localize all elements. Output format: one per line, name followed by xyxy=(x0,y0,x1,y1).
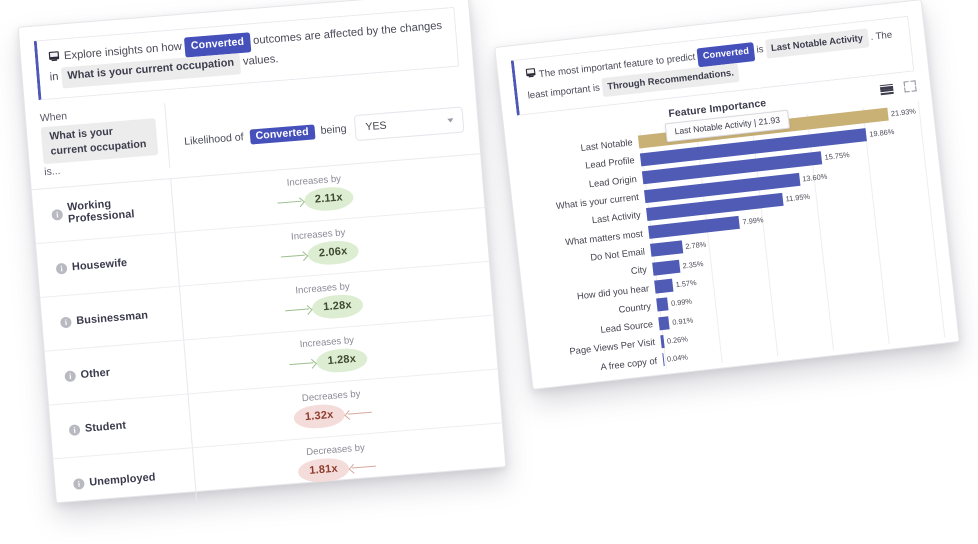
effect-value-wrap: 1.28x xyxy=(289,347,368,376)
bar[interactable] xyxy=(650,240,684,258)
info-icon[interactable]: i xyxy=(55,262,68,275)
effect-row-list: i Working Professional Increases by 2.11x i H… xyxy=(31,154,506,513)
effect-row-label-cell: i Other xyxy=(44,340,189,405)
effect-row-name: Student xyxy=(84,419,127,436)
effect-row-name: Businessman xyxy=(75,309,149,328)
effect-value-wrap: 1.32x xyxy=(293,401,372,431)
bar-value-label: 15.75% xyxy=(824,150,851,163)
effect-row-name: Housewife xyxy=(71,257,128,274)
bar[interactable] xyxy=(658,315,671,330)
chevron-down-icon xyxy=(447,118,454,124)
bar-value-label: 2.35% xyxy=(682,258,704,271)
effect-multiplier-badge: 2.06x xyxy=(307,239,360,267)
when-feature-chip: What is your current occupation xyxy=(40,117,159,165)
bar[interactable] xyxy=(660,334,665,349)
bar-value-label: 13.60% xyxy=(801,171,828,184)
bar-value-label: 2.78% xyxy=(684,240,707,252)
bar[interactable] xyxy=(656,297,669,312)
info-icon[interactable]: i xyxy=(51,208,64,221)
occupation-insight-card: Explore insights on how Converted outcom… xyxy=(17,0,507,513)
likelihood-converted-chip: Converted xyxy=(249,124,316,145)
effect-row-label-cell: i Housewife xyxy=(36,232,180,297)
bar-value-label: 0.26% xyxy=(666,334,689,346)
most-important-feature-chip: Last Notable Activity xyxy=(765,28,869,59)
bar-value-label: 0.99% xyxy=(670,296,693,309)
info-icon[interactable]: i xyxy=(59,316,72,329)
likelihood-being-text: being xyxy=(320,123,348,138)
book-icon xyxy=(525,68,540,81)
bar-value-label: 19.86% xyxy=(868,126,895,139)
effect-row-name: Working Professional xyxy=(66,198,136,226)
outcome-value-select[interactable]: YES xyxy=(353,106,465,142)
fullscreen-expand-icon[interactable] xyxy=(903,80,917,93)
info-icon[interactable]: i xyxy=(64,370,77,383)
bar[interactable] xyxy=(654,278,674,294)
when-column: When What is your current occupation is.… xyxy=(25,103,171,180)
bar[interactable] xyxy=(652,259,681,276)
effect-value-wrap: 2.06x xyxy=(280,239,360,269)
bar-value-label: 0.91% xyxy=(671,315,694,327)
bar-value-label: 1.57% xyxy=(675,277,698,290)
arrow-left-icon xyxy=(349,462,376,473)
arrow-right-icon xyxy=(281,251,308,262)
feature-importance-plot: Last Notable Activity | 21.93 Last Notab… xyxy=(516,101,949,389)
likelihood-prefix: Likelihood of xyxy=(183,131,245,149)
chart-toolbar xyxy=(879,80,917,95)
effect-value-wrap: 1.28x xyxy=(285,293,364,323)
bar-value-label: 0.04% xyxy=(666,352,689,364)
book-icon xyxy=(48,50,61,69)
effect-value-wrap: 2.11x xyxy=(276,185,355,215)
effect-row-label-cell: i Businessman xyxy=(40,286,185,351)
info-icon[interactable]: i xyxy=(68,424,81,436)
info-icon[interactable]: i xyxy=(72,477,85,490)
select-value: YES xyxy=(364,119,388,134)
effect-row-label-cell: i Student xyxy=(49,394,193,459)
arrow-right-icon xyxy=(277,197,304,208)
effect-multiplier-badge: 1.28x xyxy=(311,293,364,321)
effect-multiplier-badge: 1.28x xyxy=(315,347,368,375)
arrow-right-icon xyxy=(285,305,312,316)
bar[interactable] xyxy=(662,353,665,367)
bar-value-label: 7.99% xyxy=(742,215,764,227)
bar-value-label: 21.93% xyxy=(890,106,917,118)
effect-multiplier-badge: 2.11x xyxy=(303,185,355,213)
effect-value-wrap: 1.81x xyxy=(297,455,377,485)
effect-row-label-cell: i Working Professional xyxy=(31,178,176,243)
bar-value-label: 11.95% xyxy=(785,191,811,204)
banner-text-3: values. xyxy=(242,53,279,69)
effect-row-name: Other xyxy=(80,366,111,382)
converted-chip: Converted xyxy=(184,32,251,58)
effect-row-name: Unemployed xyxy=(88,471,156,489)
bar-row-list: Last Notable 21.93% Lead Profile 19.86% Lead… xyxy=(516,101,948,383)
feature-importance-card: The most important feature to predict Co… xyxy=(494,0,960,390)
effect-multiplier-badge: 1.81x xyxy=(297,457,350,485)
feature-banner-text-2: is xyxy=(755,44,765,56)
arrow-right-icon xyxy=(289,358,316,369)
hamburger-menu-icon[interactable] xyxy=(879,83,894,95)
effect-row-label-cell: i Unemployed xyxy=(53,448,198,513)
effect-multiplier-badge: 1.32x xyxy=(293,403,346,431)
arrow-left-icon xyxy=(345,408,372,419)
